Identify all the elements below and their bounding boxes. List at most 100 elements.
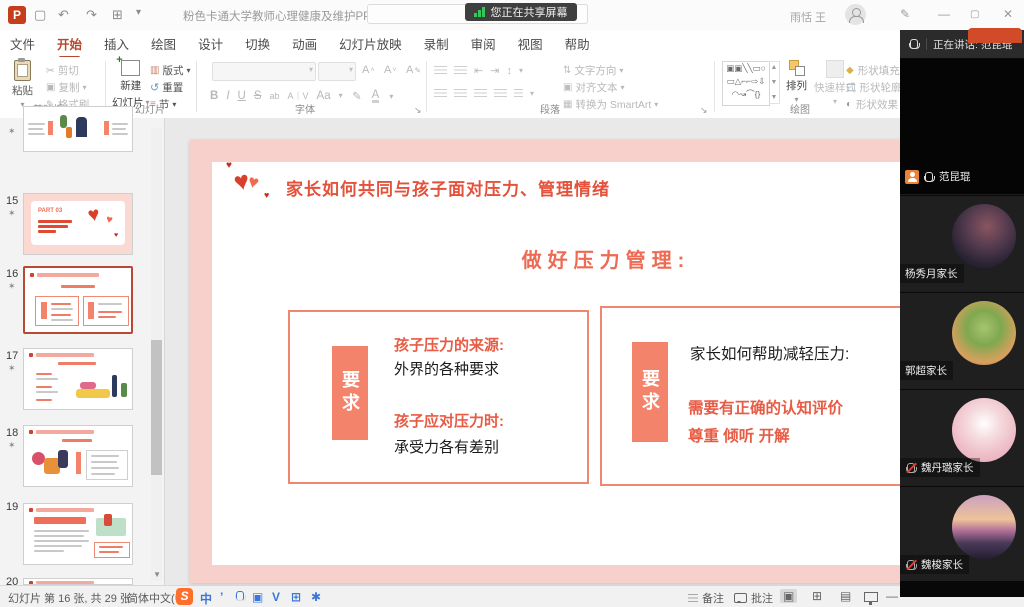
- ime-settings-icon[interactable]: ✱: [311, 590, 321, 604]
- shape-outline-button[interactable]: ▢ 形状轮廓: [846, 80, 901, 95]
- scroll-down-arrow[interactable]: ▼: [153, 570, 161, 579]
- tab-view[interactable]: 视图: [518, 34, 543, 53]
- save-icon[interactable]: ▢: [34, 7, 46, 23]
- underline-button[interactable]: U: [238, 90, 246, 102]
- participant-tile[interactable]: 范昆琨: [900, 58, 1024, 194]
- ime-toolbox-icon[interactable]: ⊞: [291, 590, 301, 604]
- clear-formatting-button[interactable]: A✎: [406, 64, 421, 76]
- text-shadow-button[interactable]: ab: [270, 91, 280, 101]
- participant-tile[interactable]: 魏梭家长: [900, 486, 1024, 582]
- slide-thumbnail-16-current[interactable]: [23, 266, 133, 334]
- participant-tile[interactable]: 杨秀月家长: [900, 195, 1024, 291]
- bold-button[interactable]: B: [210, 90, 218, 102]
- tab-animations[interactable]: 动画: [292, 34, 317, 53]
- sogou-ime-icon[interactable]: S: [176, 588, 193, 605]
- current-slide-canvas[interactable]: ♥ ♥ ♥ ♥ 家长如何共同与孩子面对压力、管理情绪 做好压力管理: 要求 孩子…: [190, 140, 1022, 583]
- font-name-combobox[interactable]: [212, 62, 316, 81]
- participant-tile[interactable]: 魏丹璐家长: [900, 389, 1024, 485]
- right-requirement-box[interactable]: 要求 家长如何帮助减轻压力: 需要有正确的认知评价 尊重 倾听 开解: [600, 306, 902, 486]
- ime-mic-icon[interactable]: [234, 591, 246, 604]
- slide-subtitle[interactable]: 做好压力管理:: [212, 244, 1000, 273]
- text-direction-button[interactable]: ⇅文字方向 ▾: [563, 63, 623, 78]
- font-size-combobox[interactable]: [318, 62, 356, 81]
- ime-skin-icon[interactable]: V: [272, 590, 280, 604]
- maximize-button[interactable]: ▢: [970, 9, 979, 20]
- tab-record[interactable]: 录制: [424, 34, 449, 53]
- participant-tile[interactable]: 郭超家长: [900, 292, 1024, 388]
- shrink-font-button[interactable]: A˅: [384, 64, 396, 76]
- minimize-button[interactable]: —: [938, 7, 950, 21]
- tab-design[interactable]: 设计: [198, 34, 223, 53]
- shape-fill-button[interactable]: ◆ 形状填充: [846, 63, 900, 78]
- ime-keyboard-icon[interactable]: ▣: [252, 590, 263, 604]
- participant-name: 杨秀月家长: [905, 266, 958, 281]
- reset-button[interactable]: ↺重置: [150, 80, 183, 95]
- tab-file[interactable]: 文件: [10, 34, 35, 53]
- bullets-button[interactable]: [434, 66, 447, 75]
- zoom-out-button[interactable]: —: [886, 589, 898, 603]
- undo-icon[interactable]: ↶: [58, 7, 69, 23]
- paragraph-dialog-launcher[interactable]: ↘: [700, 105, 708, 116]
- tab-insert[interactable]: 插入: [104, 34, 129, 53]
- redo-icon[interactable]: ↷: [86, 7, 97, 23]
- shape-gallery-scroll[interactable]: ▲▼▼: [769, 61, 780, 104]
- slide-thumbnail-18[interactable]: [23, 425, 133, 487]
- tab-help[interactable]: 帮助: [565, 34, 590, 53]
- align-right-button[interactable]: [474, 89, 487, 98]
- slide-sorter-view-button[interactable]: ⊞: [812, 589, 822, 603]
- tab-draw[interactable]: 绘图: [151, 34, 176, 53]
- tab-transitions[interactable]: 切换: [245, 34, 270, 53]
- end-sharing-button-partial[interactable]: [968, 28, 1022, 43]
- grow-font-button[interactable]: A˄: [362, 64, 374, 76]
- slideshow-view-button[interactable]: [864, 592, 878, 602]
- thumb-part-caption: PART 03: [38, 208, 62, 214]
- quick-access-menu-icon[interactable]: ▾: [136, 7, 141, 18]
- cut-button[interactable]: ✂ 剪切: [46, 63, 79, 78]
- layout-button[interactable]: ▥版式 ▾: [150, 63, 190, 78]
- strikethrough-button[interactable]: S: [254, 90, 262, 102]
- ink-pen-icon[interactable]: ✎: [900, 7, 910, 21]
- align-left-button[interactable]: [434, 89, 447, 98]
- columns-button[interactable]: [514, 89, 523, 98]
- notes-button[interactable]: 备注: [688, 590, 724, 606]
- comments-button[interactable]: 批注: [734, 590, 773, 606]
- slide-thumbnail-19[interactable]: [23, 503, 133, 565]
- line-spacing-button[interactable]: ↕: [506, 65, 512, 77]
- slide-thumbnail-20-partial[interactable]: [23, 578, 133, 585]
- reading-view-button[interactable]: ▤: [840, 589, 851, 603]
- align-text-button[interactable]: ▣对齐文本 ▾: [563, 80, 624, 95]
- screen-sharing-badge[interactable]: 您正在共享屏幕: [465, 3, 577, 21]
- ime-chinese-mode-icon[interactable]: 中: [200, 590, 212, 607]
- shape-gallery[interactable]: ▣▣╲╲▭○ ▭△⌐⌐⇨⇩ ◠↝⌒{}: [722, 61, 770, 106]
- left-requirement-box[interactable]: 要求 孩子压力的来源: 外界的各种要求 孩子应对压力时: 承受力各有差别: [288, 310, 589, 484]
- shape-effects-button[interactable]: ◐ 形状效果: [846, 97, 898, 112]
- avatar[interactable]: [845, 4, 866, 25]
- justify-button[interactable]: [494, 89, 507, 98]
- tab-slideshow[interactable]: 幻灯片放映: [339, 34, 402, 53]
- change-case-button[interactable]: Aa: [317, 90, 331, 102]
- ime-punctuation-icon[interactable]: ’: [220, 590, 223, 604]
- start-presentation-icon[interactable]: ⊞: [112, 7, 123, 23]
- increase-indent-button[interactable]: ⇥: [490, 64, 499, 77]
- font-color-button[interactable]: A: [372, 90, 380, 103]
- highlight-color-button[interactable]: ✎: [352, 89, 362, 103]
- italic-button[interactable]: I: [226, 90, 229, 102]
- copy-button[interactable]: ▣复制 ▾: [46, 80, 86, 95]
- decrease-indent-button[interactable]: ⇤: [474, 64, 483, 77]
- align-center-button[interactable]: [454, 89, 467, 98]
- tab-home[interactable]: 开始: [57, 34, 82, 53]
- thumbnail-scrollbar-thumb[interactable]: [151, 340, 162, 475]
- slide-thumbnail-14-partial[interactable]: [23, 106, 133, 152]
- normal-view-button[interactable]: ▣: [780, 589, 797, 603]
- slide-title[interactable]: 家长如何共同与孩子面对压力、管理情绪: [286, 175, 610, 200]
- language-indicator[interactable]: 简体中文(中国: [127, 590, 179, 606]
- numbering-button[interactable]: [454, 66, 467, 75]
- columns-dropdown[interactable]: ▾: [530, 89, 534, 98]
- close-button[interactable]: ✕: [1003, 7, 1013, 21]
- tab-review[interactable]: 审阅: [471, 34, 496, 53]
- slide-counter[interactable]: 幻灯片 第 16 张, 共 29 张: [8, 590, 131, 606]
- slide-thumbnail-17[interactable]: [23, 348, 133, 410]
- font-dialog-launcher[interactable]: ↘: [414, 105, 422, 116]
- slide-thumbnail-15[interactable]: PART 03 ♥ ♥ ♥: [23, 193, 133, 255]
- arrange-button[interactable]: 排列 ▾: [786, 60, 807, 104]
